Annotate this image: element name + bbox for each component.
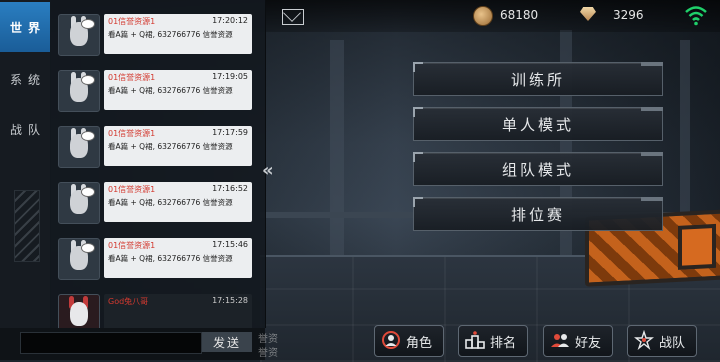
clan-label: 战队: [659, 336, 686, 351]
coin-icon: [473, 6, 493, 26]
message-time: 17:19:05: [212, 72, 248, 81]
rank-label: 排名: [490, 336, 517, 351]
tab-clan[interactable]: 战队: [0, 104, 50, 154]
message-time: 17:15:28: [212, 296, 248, 305]
chat-input-bar: 发送: [0, 328, 265, 360]
gem-icon: [580, 7, 596, 21]
collapse-chat-icon[interactable]: «: [262, 160, 280, 186]
chat-message: 01信誉资源1 17:17:59 看A篇 + Q裙, 632766776 信誉资…: [58, 122, 258, 170]
tab-world[interactable]: 世界: [0, 2, 50, 52]
chat-message: 01信誉资源1 17:20:12 看A篇 + Q裙, 632766776 信誉资…: [58, 10, 258, 58]
mail-icon[interactable]: [282, 9, 304, 25]
chat-panel[interactable]: 01信誉资源1 17:20:12 看A篇 + Q裙, 632766776 信誉资…: [50, 0, 266, 328]
coin-count: 68180: [500, 8, 539, 22]
message-time: 17:20:12: [212, 16, 248, 25]
avatar[interactable]: [58, 182, 100, 224]
avatar[interactable]: [58, 294, 100, 328]
tab-system[interactable]: 系统: [0, 54, 50, 104]
character-icon: [382, 331, 400, 349]
chat-tabs: 世界 系统 战队: [0, 0, 51, 360]
training-button[interactable]: 训练所: [413, 62, 663, 96]
message-time: 17:17:59: [212, 128, 248, 137]
podium-icon: [465, 331, 485, 349]
avatar[interactable]: [58, 70, 100, 112]
message-text: 看A篇 + Q裙, 632766776 信誉资源: [108, 198, 233, 207]
single-mode-button[interactable]: 单人模式: [413, 107, 663, 141]
ranked-button[interactable]: 排位赛: [413, 197, 663, 231]
message-text: 看A篇 + Q裙, 632766776 信誉资源: [108, 142, 233, 151]
avatar[interactable]: [58, 126, 100, 168]
sender-name[interactable]: God兔八哥: [108, 296, 148, 307]
chat-message: 01信誉资源1 17:16:52 看A篇 + Q裙, 632766776 信誉资…: [58, 178, 258, 226]
message-text: 看A篇 + Q裙, 632766776 信誉资源: [108, 86, 233, 95]
rank-button[interactable]: 排名: [458, 325, 528, 357]
friends-label: 好友: [575, 336, 602, 351]
character-button[interactable]: 角色: [374, 325, 444, 357]
chat-message: God兔八哥 17:15:28: [58, 290, 258, 328]
friends-button[interactable]: 好友: [543, 325, 613, 357]
ghost-text: 誉资: [258, 334, 278, 345]
avatar[interactable]: [58, 14, 100, 56]
message-time: 17:16:52: [212, 184, 248, 193]
tab-decoration: [14, 190, 40, 262]
background-pillar: [330, 40, 344, 255]
clan-button[interactable]: 战队: [627, 325, 697, 357]
chat-input[interactable]: [20, 332, 202, 354]
message-text: 看A篇 + Q裙, 632766776 信誉资源: [108, 254, 233, 263]
sender-name[interactable]: 01信誉资源1: [108, 72, 155, 83]
character-label: 角色: [406, 336, 433, 351]
gem-count: 3296: [613, 8, 644, 22]
wifi-icon: [685, 6, 707, 26]
team-mode-button[interactable]: 组队模式: [413, 152, 663, 186]
chat-message: 01信誉资源1 17:15:46 看A篇 + Q裙, 632766776 信誉资…: [58, 234, 258, 282]
message-text: 看A篇 + Q裙, 632766776 信誉资源: [108, 30, 233, 39]
ghost-text: 誉资: [258, 348, 278, 359]
send-button[interactable]: 发送: [202, 332, 252, 352]
sender-name[interactable]: 01信誉资源1: [108, 240, 155, 251]
sender-name[interactable]: 01信誉资源1: [108, 184, 155, 195]
sender-name[interactable]: 01信誉资源1: [108, 16, 155, 27]
avatar[interactable]: [58, 238, 100, 280]
friends-icon: [551, 334, 569, 347]
message-time: 17:15:46: [212, 240, 248, 249]
chat-message: 01信誉资源1 17:19:05 看A篇 + Q裙, 632766776 信誉资…: [58, 66, 258, 114]
sender-name[interactable]: 01信誉资源1: [108, 128, 155, 139]
clan-icon: [634, 330, 654, 350]
